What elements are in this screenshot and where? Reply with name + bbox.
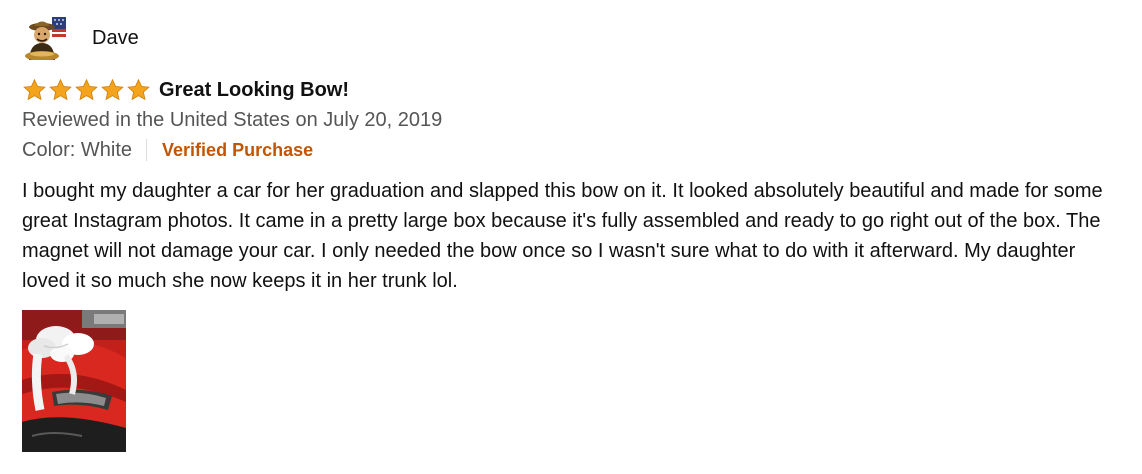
meta-divider <box>146 139 148 161</box>
reviewer-name[interactable]: Dave <box>92 26 139 50</box>
reviewer-profile[interactable]: Dave <box>22 16 139 60</box>
star-icon <box>23 78 46 101</box>
review-meta-row: Color: White Verified Purchase <box>22 137 313 163</box>
star-icon <box>101 78 124 101</box>
reviewer-avatar-icon[interactable] <box>22 16 70 60</box>
customer-review: Dave Great Looking Bow! Reviewed in the … <box>0 0 1142 474</box>
car-photo-thumbnail[interactable] <box>22 310 126 452</box>
review-body-text: I bought my daughter a car for her gradu… <box>22 180 1103 292</box>
review-title-link[interactable]: Great Looking Bow! <box>159 78 349 102</box>
star-icon <box>49 78 72 101</box>
product-variant-link[interactable]: Color: White <box>22 137 132 163</box>
star-icon <box>127 78 150 101</box>
star-rating[interactable] <box>22 78 151 102</box>
verified-purchase-badge: Verified Purchase <box>162 140 314 160</box>
star-icon <box>75 78 98 101</box>
rating-title-row: Great Looking Bow! <box>22 76 349 104</box>
review-date: Reviewed in the United States on July 20… <box>22 109 443 131</box>
